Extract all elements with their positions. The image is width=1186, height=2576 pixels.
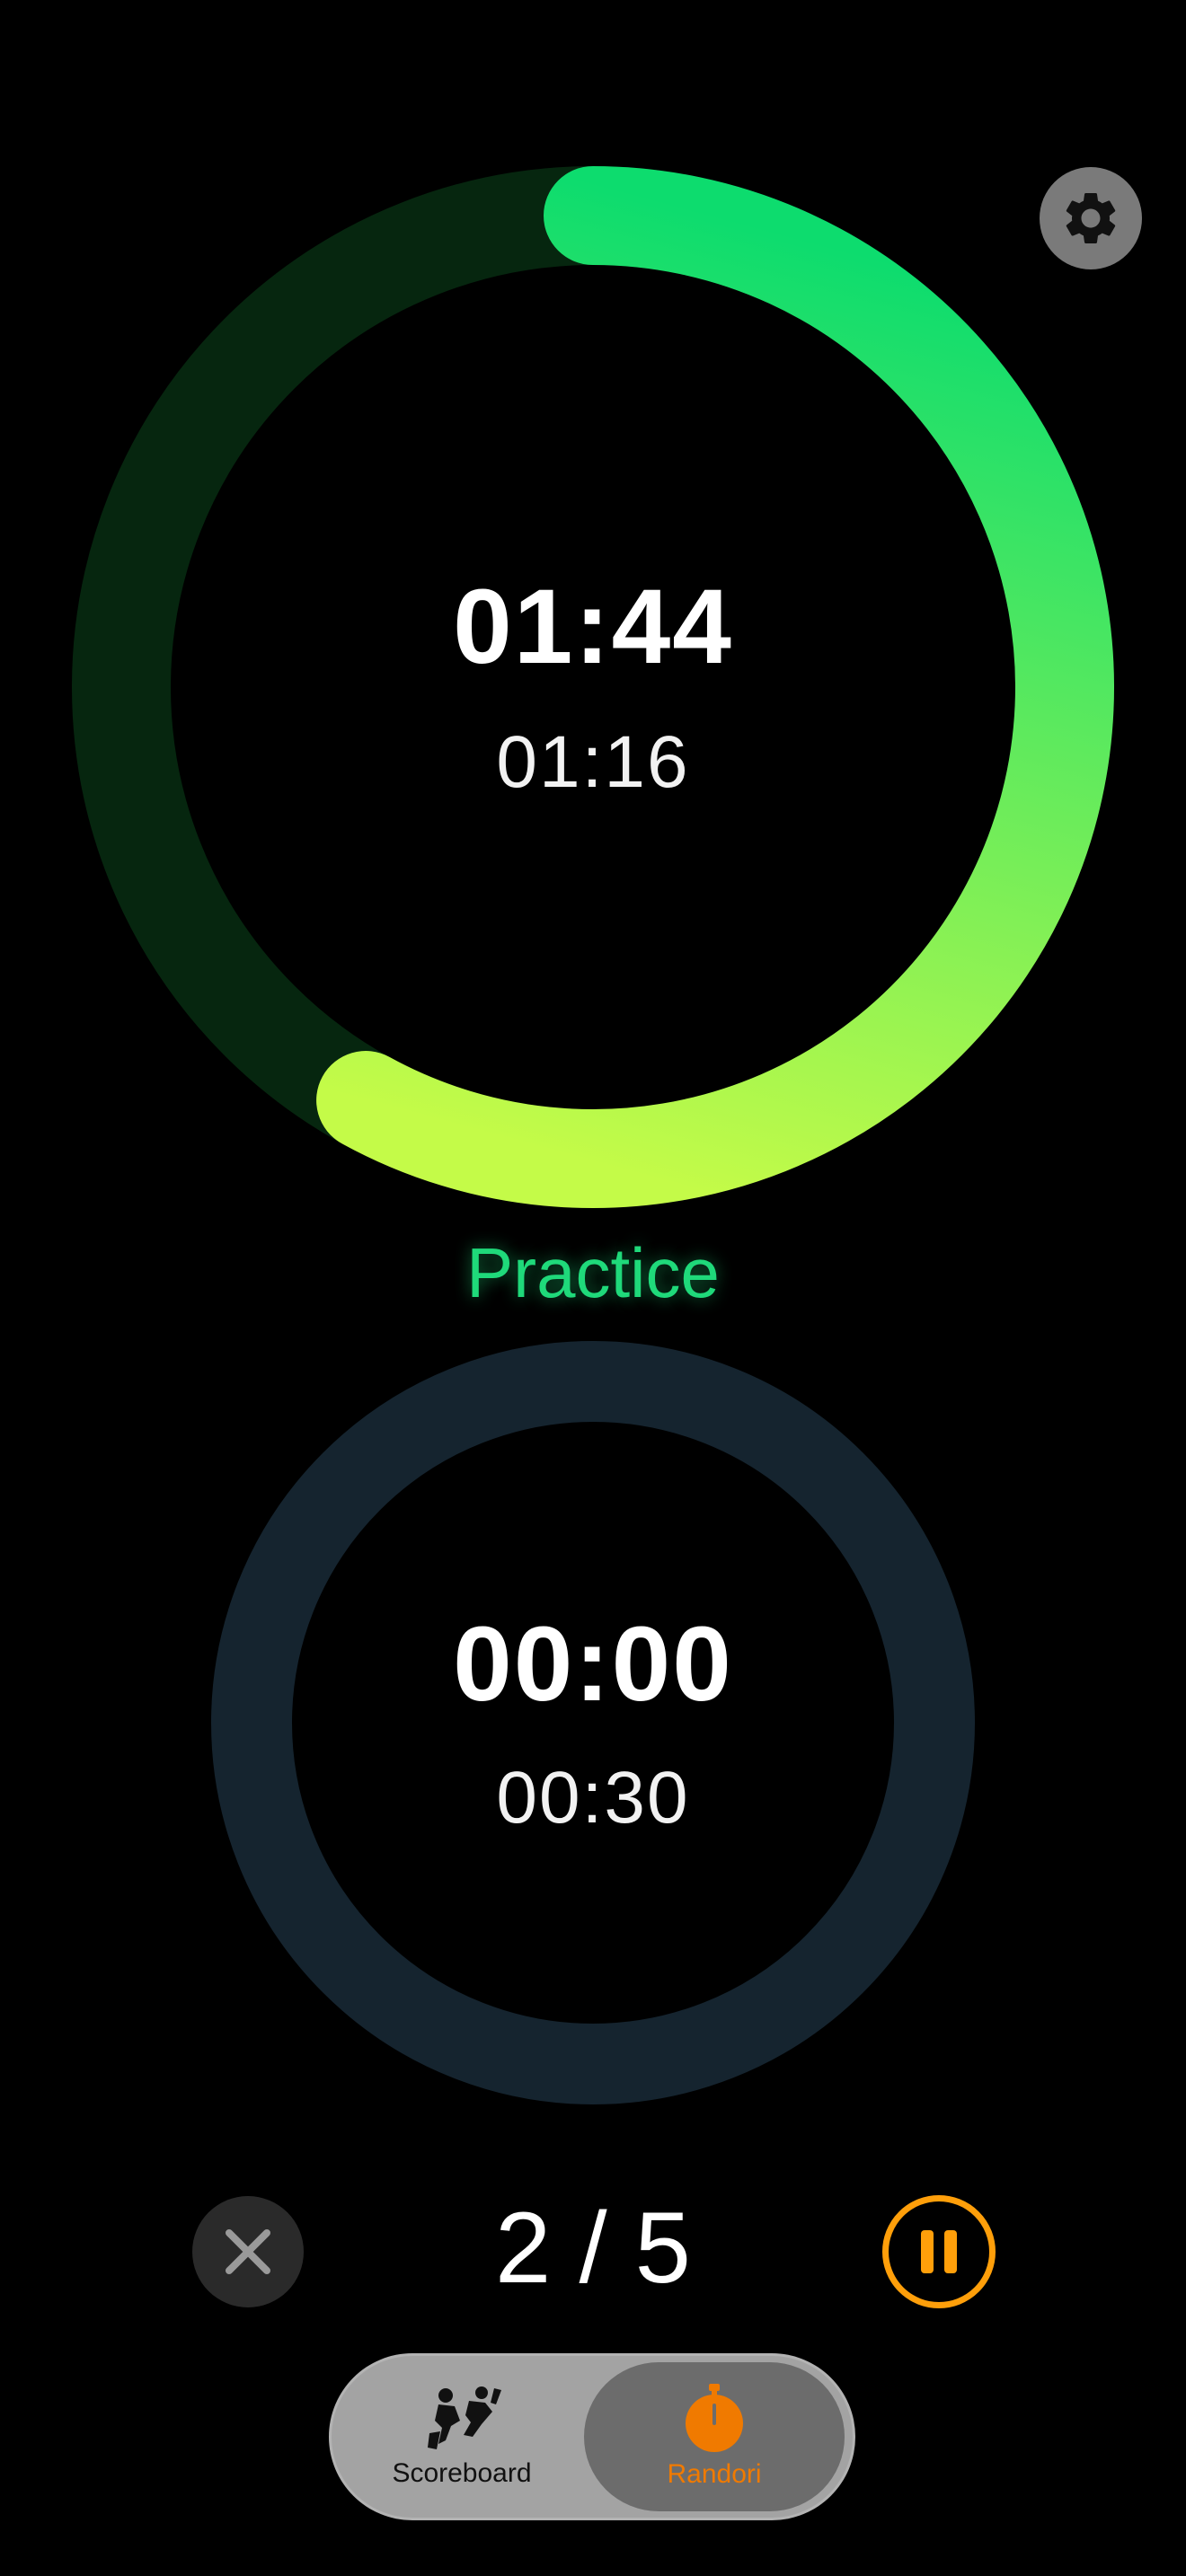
judo-throw-icon bbox=[428, 2386, 501, 2449]
stopwatch-icon bbox=[686, 2384, 743, 2452]
main-remaining-time: 01:16 bbox=[496, 721, 690, 803]
pause-button[interactable] bbox=[882, 2195, 996, 2308]
settings-button[interactable] bbox=[1040, 167, 1142, 269]
round-counter: 2 / 5 bbox=[495, 2192, 691, 2304]
tab-scoreboard[interactable]: Scoreboard bbox=[343, 2362, 580, 2511]
tab-label-randori: Randori bbox=[667, 2459, 762, 2489]
tab-randori[interactable]: Randori bbox=[584, 2362, 845, 2511]
pause-icon bbox=[916, 2230, 962, 2273]
tab-label-scoreboard: Scoreboard bbox=[392, 2458, 532, 2488]
xmark-icon bbox=[226, 2229, 270, 2274]
phase-label: Practice bbox=[466, 1233, 720, 1312]
gear-icon bbox=[1066, 192, 1116, 243]
rest-remaining-time: 00:30 bbox=[496, 1757, 690, 1839]
tab-bar: Scoreboard Randori bbox=[329, 2353, 855, 2520]
close-button[interactable] bbox=[192, 2196, 304, 2307]
main-elapsed-time: 01:44 bbox=[453, 568, 733, 686]
rest-elapsed-time: 00:00 bbox=[453, 1605, 733, 1724]
